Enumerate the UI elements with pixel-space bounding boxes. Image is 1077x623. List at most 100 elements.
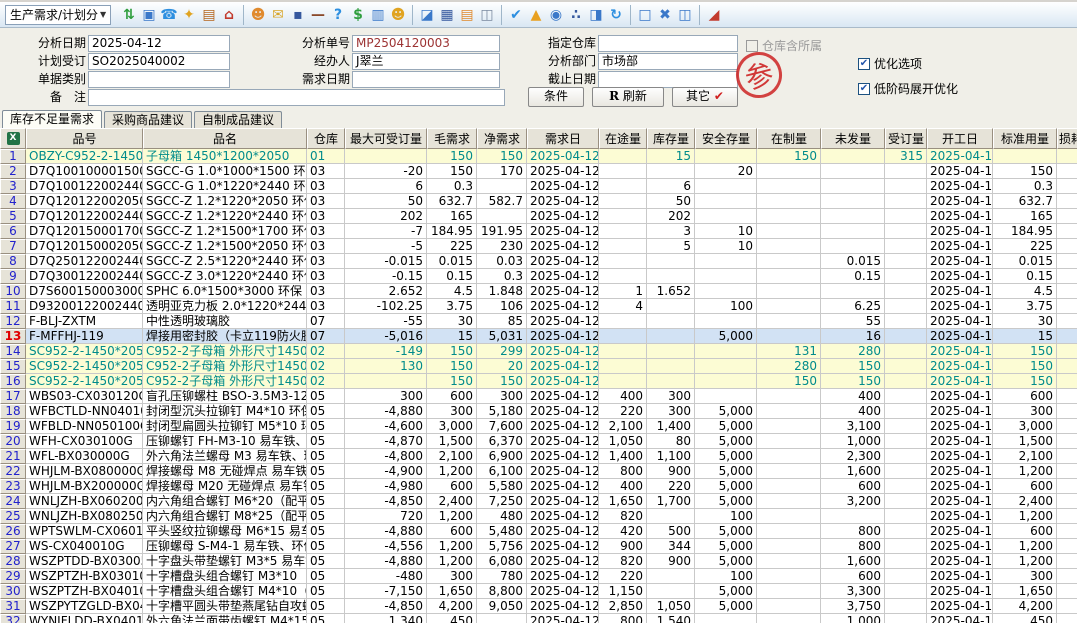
cell[interactable]: 150	[993, 164, 1057, 179]
cell[interactable]: 5,000	[695, 554, 757, 569]
cell[interactable]	[993, 149, 1057, 164]
cell[interactable]: 600	[993, 479, 1057, 494]
cell[interactable]: WS-CX040010G	[26, 539, 143, 554]
cell[interactable]	[885, 494, 927, 509]
cell[interactable]: 2025-04-12	[527, 464, 599, 479]
cell[interactable]: 透明亚克力板 2.0*1220*2440 3	[143, 299, 307, 314]
cell[interactable]	[757, 524, 821, 539]
cell[interactable]: 十字盘头带垫螺钉 M3*5 易车铁	[143, 554, 307, 569]
cell[interactable]	[757, 569, 821, 584]
cell[interactable]: SC952-2-1450*2050-1	[26, 359, 143, 374]
cell[interactable]: 2025-04-12	[527, 359, 599, 374]
cell[interactable]: 2025-04-12	[927, 254, 993, 269]
cell[interactable]: 300	[647, 389, 695, 404]
cell[interactable]: 165	[993, 209, 1057, 224]
cell[interactable]	[885, 314, 927, 329]
cell[interactable]: 05	[307, 584, 345, 599]
org-icon[interactable]: ∴	[566, 5, 586, 25]
cell[interactable]: 130	[345, 359, 427, 374]
table-row[interactable]: 27WS-CX040010G压铆螺母 S-M4-1 易车铁、环保05-4,556…	[0, 539, 1077, 554]
cell[interactable]: 2025-04-12	[927, 434, 993, 449]
cell[interactable]: 2025-04-12	[927, 464, 993, 479]
cell[interactable]: -4,980	[345, 479, 427, 494]
cell[interactable]	[885, 614, 927, 623]
cell[interactable]: 50	[345, 194, 427, 209]
cell[interactable]: 05	[307, 389, 345, 404]
cell[interactable]: D7Q1001000015000G	[26, 164, 143, 179]
cell[interactable]: 0.15	[427, 269, 477, 284]
cell[interactable]: 300	[993, 569, 1057, 584]
cell[interactable]	[647, 569, 695, 584]
cell[interactable]: 4	[599, 299, 647, 314]
cell[interactable]: 3,200	[821, 494, 885, 509]
cell[interactable]	[757, 269, 821, 284]
table-row[interactable]: 10D7S6001500030000GSPHC 6.0*1500*3000 环保…	[0, 284, 1077, 299]
cell[interactable]: 220	[647, 479, 695, 494]
home-icon[interactable]: ⌂	[219, 5, 239, 25]
computer-icon[interactable]: ▣	[139, 5, 159, 25]
cell[interactable]: 150	[993, 344, 1057, 359]
table-row[interactable]: 5D7Q1201220024400GSGCC-Z 1.2*1220*2440 环…	[0, 209, 1077, 224]
target-warehouse-field[interactable]	[598, 35, 738, 52]
cell[interactable]: 05	[307, 479, 345, 494]
analysis-no-field[interactable]: MP2504120003	[352, 35, 500, 52]
cell[interactable]: 150	[821, 374, 885, 389]
cell[interactable]: 3,300	[821, 584, 885, 599]
cell[interactable]	[599, 374, 647, 389]
table-row[interactable]: 2D7Q1001000015000GSGCC-G 1.0*1000*1500 环…	[0, 164, 1077, 179]
tab-1[interactable]: 采购商品建议	[104, 111, 192, 128]
cell[interactable]: 2025-04-12	[527, 569, 599, 584]
cell[interactable]	[599, 194, 647, 209]
cell[interactable]	[757, 479, 821, 494]
row-number[interactable]: 14	[0, 344, 26, 359]
row-number[interactable]: 28	[0, 554, 26, 569]
row-number[interactable]: 29	[0, 569, 26, 584]
cell[interactable]: 2,300	[821, 449, 885, 464]
cell[interactable]	[885, 509, 927, 524]
cell[interactable]: 1,150	[599, 584, 647, 599]
cell[interactable]	[599, 179, 647, 194]
cell[interactable]: 1,340	[345, 614, 427, 623]
cell[interactable]: 150	[757, 374, 821, 389]
cell[interactable]: 8,800	[477, 584, 527, 599]
cell[interactable]	[1057, 614, 1077, 623]
cell[interactable]: 2025-04-12	[927, 194, 993, 209]
cell[interactable]	[885, 359, 927, 374]
cell[interactable]	[885, 284, 927, 299]
cell[interactable]: 2025-04-12	[927, 164, 993, 179]
cell[interactable]	[599, 224, 647, 239]
cell[interactable]: 2025-04-12	[927, 404, 993, 419]
cell[interactable]: 480	[477, 509, 527, 524]
column-header-11[interactable]: 未发量	[821, 128, 885, 149]
cell[interactable]: 300	[647, 404, 695, 419]
cell[interactable]: 5	[647, 239, 695, 254]
cell[interactable]: 300	[427, 404, 477, 419]
cell[interactable]	[821, 224, 885, 239]
cell[interactable]: 5,000	[695, 464, 757, 479]
cell[interactable]: 150	[427, 164, 477, 179]
cell[interactable]	[757, 164, 821, 179]
cell[interactable]: 600	[993, 524, 1057, 539]
cell[interactable]: 1,650	[993, 584, 1057, 599]
cell[interactable]	[1057, 434, 1077, 449]
cell[interactable]: 220	[599, 404, 647, 419]
cell[interactable]: 900	[647, 554, 695, 569]
cell[interactable]: 500	[647, 524, 695, 539]
cell[interactable]: 压铆螺母 S-M4-1 易车铁、环保	[143, 539, 307, 554]
cell[interactable]: 压铆螺钉 FH-M3-10 易车铁、环	[143, 434, 307, 449]
cell[interactable]	[885, 599, 927, 614]
cell[interactable]	[885, 209, 927, 224]
column-header-1[interactable]: 品名	[143, 128, 307, 149]
cell[interactable]: 170	[477, 164, 527, 179]
column-header-15[interactable]: 损耗量	[1057, 128, 1077, 149]
cell[interactable]: 632.7	[993, 194, 1057, 209]
cell[interactable]	[1057, 254, 1077, 269]
cell[interactable]: 5,000	[695, 599, 757, 614]
cell[interactable]: 85	[477, 314, 527, 329]
lowcode-checkbox[interactable]: ✔ 低阶码展开优化	[858, 80, 958, 97]
cell[interactable]	[821, 194, 885, 209]
cell[interactable]	[1057, 164, 1077, 179]
cell[interactable]: 5,000	[695, 539, 757, 554]
cell[interactable]: 内六角组合螺钉 M6*20（配平弹	[143, 494, 307, 509]
cell[interactable]: 2025-04-12	[927, 209, 993, 224]
